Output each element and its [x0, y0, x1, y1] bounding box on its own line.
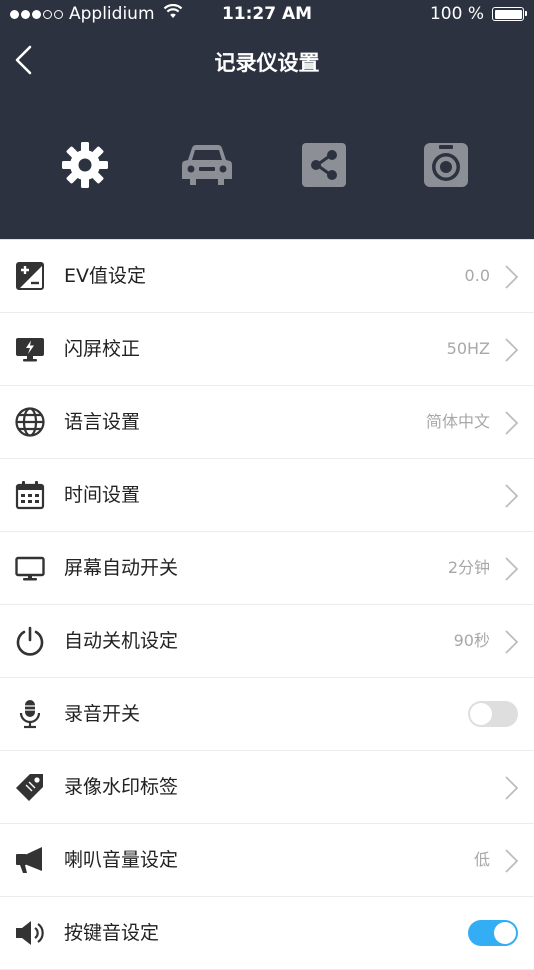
status-right: 100 % — [429, 4, 527, 24]
car-icon — [182, 145, 232, 185]
settings-row-speaker-volume[interactable]: 喇叭音量设定 低 — [0, 824, 534, 897]
megaphone-icon — [14, 844, 46, 876]
recording-toggle[interactable] — [468, 701, 518, 727]
settings-label: 录音开关 — [64, 703, 141, 725]
settings-row-watermark[interactable]: 录像水印标签 — [0, 751, 534, 824]
settings-row-screen-auto[interactable]: 屏幕自动开关 2分钟 — [0, 532, 534, 605]
settings-label: 语言设置 — [64, 411, 141, 433]
microphone-icon — [14, 698, 46, 730]
settings-row-key-sound: 按键音设定 — [0, 897, 534, 970]
settings-label: 自动关机设定 — [64, 630, 179, 652]
calendar-icon — [14, 479, 46, 511]
nav-bar: 记录仪设置 — [0, 35, 534, 85]
toggle-knob — [494, 922, 516, 944]
settings-value: 0.0 — [464, 266, 490, 285]
chevron-right-icon — [502, 264, 520, 290]
settings-label: 喇叭音量设定 — [64, 849, 179, 871]
tab-car[interactable] — [180, 138, 234, 192]
settings-label: 时间设置 — [64, 484, 141, 506]
settings-value: 低 — [473, 850, 490, 869]
camera-icon — [424, 143, 468, 187]
tab-bar — [0, 138, 534, 194]
chevron-right-icon — [502, 848, 520, 874]
settings-label: EV值设定 — [64, 265, 147, 287]
speaker-icon — [14, 917, 46, 949]
tab-settings[interactable] — [58, 138, 112, 192]
settings-row-language[interactable]: 语言设置 简体中文 — [0, 386, 534, 459]
tag-icon — [14, 771, 46, 803]
settings-label: 屏幕自动开关 — [64, 557, 179, 579]
globe-icon — [14, 406, 46, 438]
chevron-right-icon — [502, 629, 520, 655]
settings-row-time[interactable]: 时间设置 — [0, 459, 534, 532]
tab-share[interactable] — [297, 138, 351, 192]
tab-camera[interactable] — [419, 138, 473, 192]
share-icon — [302, 143, 346, 187]
settings-row-recording: 录音开关 — [0, 678, 534, 751]
settings-value: 90秒 — [453, 631, 490, 650]
settings-row-flicker[interactable]: 闪屏校正 50HZ — [0, 313, 534, 386]
battery-icon — [492, 7, 527, 21]
battery-percentage: 100 % — [429, 4, 484, 24]
flicker-monitor-icon — [14, 333, 46, 365]
chevron-right-icon — [502, 556, 520, 582]
toggle-knob — [470, 703, 492, 725]
chevron-right-icon — [502, 775, 520, 801]
exposure-icon — [14, 260, 46, 292]
status-bar: Applidium 11:27 AM 100 % — [0, 0, 534, 30]
settings-value: 50HZ — [446, 339, 490, 358]
settings-value: 简体中文 — [425, 412, 490, 431]
monitor-icon — [14, 552, 46, 584]
key-sound-toggle[interactable] — [468, 920, 518, 946]
settings-label: 录像水印标签 — [64, 776, 179, 798]
settings-label: 按键音设定 — [64, 922, 160, 944]
chevron-right-icon — [502, 410, 520, 436]
header: Applidium 11:27 AM 100 % 记录仪设置 — [0, 0, 534, 239]
settings-label: 闪屏校正 — [64, 338, 141, 360]
settings-row-auto-shutdown[interactable]: 自动关机设定 90秒 — [0, 605, 534, 678]
settings-list: EV值设定 0.0 闪屏校正 50HZ 语言设置 简体中文 时间设置 屏幕自动开… — [0, 239, 534, 970]
page-title: 记录仪设置 — [214, 51, 320, 75]
chevron-right-icon — [502, 483, 520, 509]
settings-value: 2分钟 — [447, 558, 490, 577]
gear-icon — [62, 142, 108, 188]
power-icon — [14, 625, 46, 657]
chevron-right-icon — [502, 337, 520, 363]
settings-row-ev[interactable]: EV值设定 0.0 — [0, 240, 534, 313]
